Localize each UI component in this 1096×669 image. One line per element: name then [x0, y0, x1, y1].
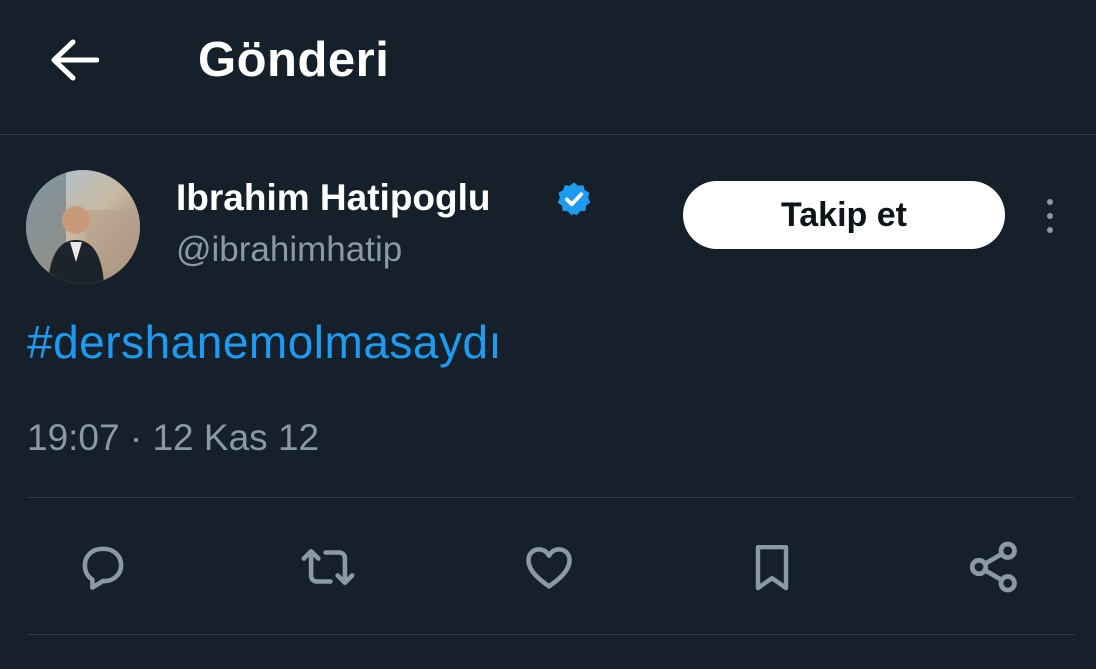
follow-button[interactable]: Takip et [683, 181, 1005, 249]
bookmark-icon [755, 544, 789, 591]
more-vertical-icon-dot [1047, 227, 1053, 233]
share-icon [969, 541, 1017, 593]
actions-divider [27, 634, 1074, 635]
share-button[interactable] [962, 535, 1026, 599]
like-button[interactable] [517, 535, 581, 599]
avatar[interactable] [26, 170, 140, 284]
header-divider [0, 134, 1096, 135]
page-title: Gönderi [198, 33, 390, 87]
author-name[interactable]: Ibrahim Hatipoglu [176, 176, 491, 220]
profile-photo [26, 170, 140, 284]
verified-badge-icon [557, 182, 591, 216]
tweet-timestamp: 19:07 · 12 Kas 12 [27, 417, 320, 458]
reply-icon [82, 546, 124, 590]
like-icon [526, 547, 572, 589]
reply-button[interactable] [71, 535, 135, 599]
bookmark-button[interactable] [740, 535, 804, 599]
more-vertical-icon-dot [1047, 213, 1053, 219]
back-button[interactable] [44, 30, 104, 90]
timestamp-divider [27, 497, 1074, 498]
top-bar: Gönderi [0, 0, 1096, 134]
author-handle[interactable]: @ibrahimhatip [176, 228, 402, 272]
more-vertical-icon-dot [1047, 199, 1053, 205]
more-options-button[interactable] [1030, 192, 1070, 240]
retweet-icon [301, 548, 355, 586]
arrow-left-icon [51, 39, 99, 81]
tweet-hashtag[interactable]: #dershanemolmasaydı [27, 315, 502, 369]
retweet-button[interactable] [296, 535, 360, 599]
tweet-detail-screen: Gönderi Ibrahim Hatipoglu @ibrahimhatip … [0, 0, 1096, 669]
